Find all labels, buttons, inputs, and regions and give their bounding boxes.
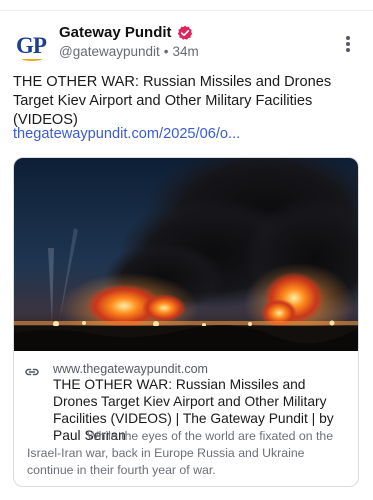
card-description: While the eyes of the world are fixated …	[27, 429, 334, 477]
post-link[interactable]: thegatewaypundit.com/2025/06/o...	[13, 126, 240, 142]
more-dot	[346, 48, 350, 52]
preview-image[interactable]	[14, 158, 358, 351]
night-fire-photo	[14, 158, 358, 351]
avatar[interactable]: GP	[13, 28, 49, 64]
post-text: THE OTHER WAR: Russian Missiles and Dron…	[13, 74, 332, 128]
card-domain: www.thegatewaypundit.com	[53, 362, 208, 376]
social-post: GP Gateway Pundit @gatewaypundit • 34m T…	[0, 0, 373, 500]
link-icon	[25, 368, 39, 376]
account-meta: @gatewaypundit • 34m	[59, 44, 199, 59]
verified-badge-icon	[177, 25, 192, 40]
separator-dot: •	[163, 44, 169, 59]
more-vertical-icon[interactable]	[340, 34, 356, 54]
account-name[interactable]: Gateway Pundit	[59, 24, 172, 41]
logo-swoosh	[22, 57, 42, 61]
more-dot	[346, 36, 350, 40]
account-name-row: Gateway Pundit	[59, 24, 193, 41]
more-dot	[346, 42, 350, 46]
avatar-logo-text: GP	[16, 33, 47, 58]
account-handle[interactable]: @gatewaypundit	[59, 44, 160, 59]
link-preview-card[interactable]: www.thegatewaypundit.com THE OTHER WAR: …	[13, 157, 359, 487]
divider	[0, 10, 373, 11]
post-time[interactable]: 34m	[173, 44, 199, 59]
